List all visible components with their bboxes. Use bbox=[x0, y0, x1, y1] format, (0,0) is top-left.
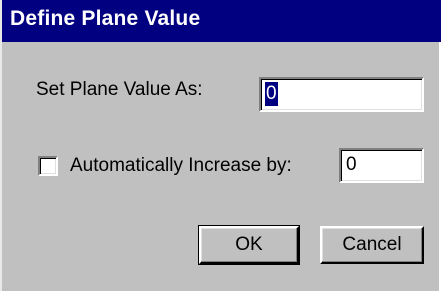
title-bar[interactable]: Define Plane Value bbox=[2, 0, 441, 42]
define-plane-value-dialog: Define Plane Value Set Plane Value As: 0… bbox=[0, 0, 441, 291]
plane-value-input[interactable]: 0 bbox=[259, 77, 424, 112]
window-title: Define Plane Value bbox=[10, 7, 201, 30]
auto-increase-input[interactable]: 0 bbox=[339, 148, 424, 183]
plane-value-label: Set Plane Value As: bbox=[36, 79, 203, 100]
auto-increase-label[interactable]: Automatically Increase by: bbox=[70, 155, 292, 177]
auto-increase-checkbox[interactable] bbox=[38, 156, 58, 176]
ok-button-label: OK bbox=[235, 234, 263, 255]
plane-value-text: 0 bbox=[265, 82, 278, 106]
auto-increase-text: 0 bbox=[346, 154, 357, 175]
ok-button[interactable]: OK bbox=[198, 225, 300, 265]
cancel-button[interactable]: Cancel bbox=[320, 226, 424, 264]
cancel-button-label: Cancel bbox=[342, 234, 402, 255]
